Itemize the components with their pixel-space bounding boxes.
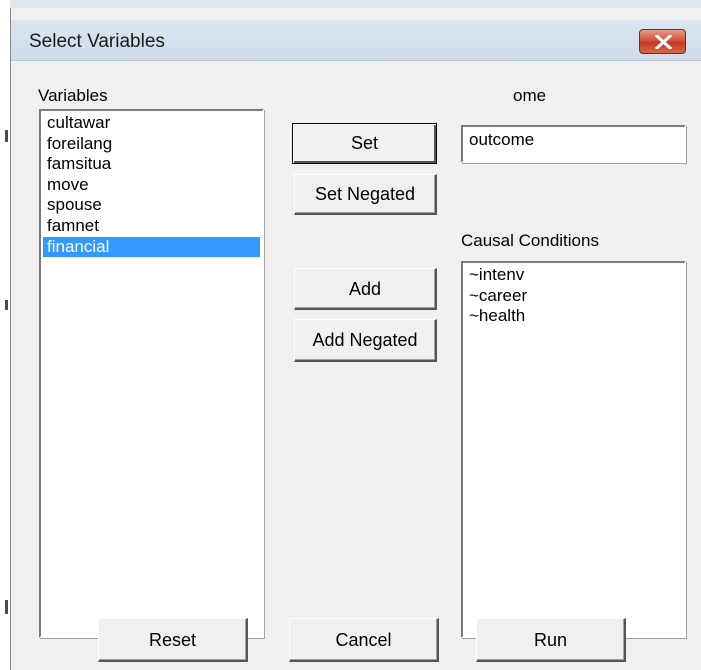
cancel-button[interactable]: Cancel: [289, 618, 439, 662]
select-variables-dialog: Select Variables Variables cultawar forei…: [10, 8, 701, 670]
dialog-body: Variables cultawar foreilang famsitua move s…: [11, 61, 701, 670]
causal-condition-item[interactable]: ~health: [465, 306, 682, 326]
causal-condition-item[interactable]: ~career: [465, 286, 682, 306]
edge-mark: [5, 130, 8, 142]
variables-listbox[interactable]: cultawar foreilang famsitua move spouse famne…: [39, 109, 264, 638]
run-button[interactable]: Run: [476, 618, 626, 662]
add-negated-button[interactable]: Add Negated: [294, 319, 437, 362]
variable-list-item[interactable]: cultawar: [43, 113, 260, 133]
variables-label: Variables: [38, 86, 108, 105]
variable-list-item[interactable]: move: [43, 175, 260, 195]
variable-list-item[interactable]: famsitua: [43, 154, 260, 174]
variable-list-item[interactable]: foreilang: [43, 134, 260, 154]
close-x-icon: [655, 35, 672, 49]
variable-list-item[interactable]: financial: [43, 236, 260, 257]
variable-list-item[interactable]: spouse: [43, 195, 260, 215]
causal-condition-item[interactable]: ~intenv: [465, 265, 682, 285]
close-button[interactable]: [639, 29, 686, 54]
set-button[interactable]: Set: [292, 123, 437, 164]
causal-conditions-label: Causal Conditions: [461, 231, 599, 250]
set-negated-button[interactable]: Set Negated: [294, 174, 437, 215]
add-button[interactable]: Add: [294, 268, 437, 310]
edge-mark: [5, 600, 8, 614]
title-bar[interactable]: Select Variables: [11, 20, 701, 61]
outcome-label: ome: [513, 86, 547, 105]
background-window-edge: [0, 0, 10, 670]
variable-list-item[interactable]: famnet: [43, 216, 260, 236]
dialog-title: Select Variables: [29, 31, 165, 52]
causal-conditions-listbox[interactable]: ~intenv ~career ~health: [461, 261, 686, 638]
outcome-field[interactable]: outcome: [461, 125, 686, 163]
reset-button[interactable]: Reset: [98, 618, 248, 662]
edge-mark: [5, 300, 8, 310]
